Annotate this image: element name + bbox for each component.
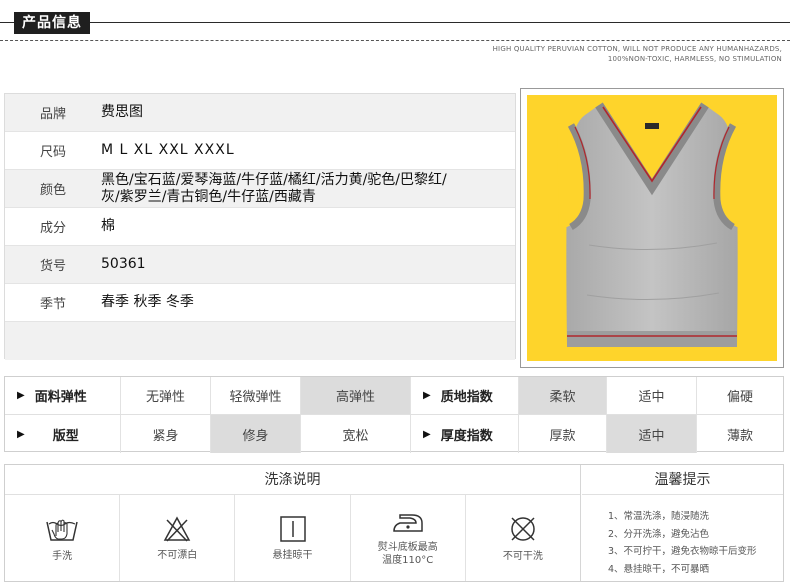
product-photo (527, 95, 777, 361)
care-icon-row: 手洗 不可漂白 悬挂晾干 熨斗底板最高 温度110°C 不可干洗 (5, 495, 580, 581)
brand-label: 品牌 (39, 107, 66, 122)
texture-label: 质地指数 (440, 390, 493, 405)
scale-row-2: ▶ 版型 紧身 修身 宽松 ▶ 厚度指数 厚款 适中 薄款 (5, 415, 783, 453)
texture-option: 适中 (607, 377, 697, 414)
thickness-option-selected: 适中 (607, 415, 697, 453)
tip-item: 4、悬挂晾干，不可暴晒 (608, 563, 710, 575)
texture-heading: ▶ 质地指数 (411, 377, 519, 414)
color-value-line2: 灰/紫罗兰/青古铜色/牛仔蓝/西藏青 (101, 188, 316, 205)
triangle-right-icon: ▶ (423, 428, 431, 440)
section-title-product-info: 产品信息 (14, 12, 90, 34)
elasticity-heading: ▶ 面料弹性 (5, 377, 121, 414)
tip-item: 3、不可拧干，避免衣物晾干后变形 (608, 546, 757, 557)
texture-option-selected: 柔软 (519, 377, 607, 414)
color-label: 颜色 (39, 183, 66, 198)
iron-label-line2: 温度110°C (382, 555, 434, 566)
season-value: 春季 秋季 冬季 (101, 294, 194, 310)
thickness-option: 薄款 (726, 428, 753, 444)
product-photo-frame (520, 88, 784, 368)
no-dry-clean-item: 不可干洗 (466, 495, 580, 581)
brand-value: 费思图 (101, 104, 143, 120)
header-rule (0, 22, 790, 23)
hand-wash-label: 手洗 (52, 550, 73, 562)
sweater-vest-image (557, 102, 747, 347)
info-row-brand: 品牌 费思图 (5, 94, 515, 132)
hang-dry-icon (279, 515, 306, 542)
header-subtitle: HIGH QUALITY PERUVIAN COTTON, WILL NOT P… (493, 44, 782, 64)
warm-tips: 温馨提示 1、常温洗涤，随浸随洗 2、分开洗涤，避免沾色 3、不可拧干，避免衣物… (582, 465, 783, 581)
info-row-season: 季节 春季 秋季 冬季 (5, 284, 515, 322)
tip-item: 2、分开洗涤，避免沾色 (608, 528, 710, 540)
material-label: 成分 (39, 221, 66, 236)
no-bleach-label: 不可漂白 (157, 549, 198, 561)
thickness-heading: ▶ 厚度指数 (411, 415, 519, 453)
color-value-line1: 黑色/宝石蓝/爱琴海蓝/牛仔蓝/橘红/活力黄/驼色/巴黎红/ (101, 171, 447, 188)
fit-label: 版型 (52, 428, 79, 444)
no-dry-clean-icon (511, 516, 535, 541)
elasticity-option: 无弹性 (121, 377, 211, 414)
item-no-label: 货号 (39, 259, 66, 274)
thickness-option: 厚款 (519, 415, 607, 453)
info-row-color: 颜色 黑色/宝石蓝/爱琴海蓝/牛仔蓝/橘红/活力黄/驼色/巴黎红/ 灰/紫罗兰/… (5, 170, 515, 208)
iron-label-line1: 熨斗底板最高 (377, 542, 438, 553)
no-bleach-icon (164, 515, 191, 542)
elasticity-option-selected: 高弹性 (301, 377, 411, 414)
triangle-right-icon: ▶ (423, 390, 431, 401)
attribute-scale-table: ▶ 面料弹性 无弹性 轻微弹性 高弹性 ▶ 质地指数 柔软 适中 偏硬 ▶ 版型 紧身… (4, 376, 784, 453)
tips-list: 1、常温洗涤，随浸随洗 2、分开洗涤，避免沾色 3、不可拧干，避免衣物晾干后变形… (582, 495, 783, 578)
thickness-label: 厚度指数 (440, 428, 493, 444)
info-row-item-no: 货号 50361 (5, 246, 515, 284)
size-label: 尺码 (39, 145, 66, 160)
iron-icon (392, 514, 423, 532)
iron-item: 熨斗底板最高 温度110°C (351, 495, 466, 581)
fit-option-selected: 修身 (211, 415, 301, 453)
no-dry-clean-label: 不可干洗 (502, 550, 543, 562)
season-label: 季节 (39, 297, 66, 312)
info-row-size: 尺码 M L XL XXL XXXL (5, 132, 515, 170)
tip-item: 1、常温洗涤，随浸随洗 (608, 511, 710, 522)
fit-option: 宽松 (301, 415, 411, 453)
fit-option: 紧身 (121, 415, 211, 453)
header-dashed-divider (0, 40, 790, 41)
texture-option: 偏硬 (726, 390, 753, 405)
triangle-right-icon: ▶ (17, 428, 25, 440)
size-value: M L XL XXL XXXL (101, 142, 235, 158)
fit-heading: ▶ 版型 (5, 415, 121, 453)
triangle-right-icon: ▶ (17, 390, 25, 401)
tips-title: 温馨提示 (582, 465, 783, 495)
drip-dry-item: 悬挂晾干 (235, 495, 351, 581)
info-row-material: 成分 棉 (5, 208, 515, 246)
item-no-value: 50361 (101, 256, 146, 272)
hand-wash-icon (46, 519, 78, 541)
no-bleach-item: 不可漂白 (120, 495, 236, 581)
product-info-table: 品牌 费思图 尺码 M L XL XXL XXXL 颜色 黑色/宝石蓝/爱琴海蓝… (4, 93, 516, 360)
washing-instructions: 洗涤说明 手洗 不可漂白 悬挂晾干 熨斗底板最高 温度110°C 不可干洗 (5, 465, 581, 581)
care-section: 洗涤说明 手洗 不可漂白 悬挂晾干 熨斗底板最高 温度110°C 不可干洗 温馨… (4, 464, 784, 582)
washing-title: 洗涤说明 (5, 465, 580, 495)
hand-wash-item: 手洗 (5, 495, 121, 581)
drip-dry-label: 悬挂晾干 (272, 549, 313, 561)
header-subtitle-line2: 100%NON-TOXIC, HARMLESS, NO STIMULATION (607, 55, 782, 63)
color-value: 黑色/宝石蓝/爱琴海蓝/牛仔蓝/橘红/活力黄/驼色/巴黎红/ 灰/紫罗兰/青古铜… (101, 172, 453, 206)
elasticity-label: 面料弹性 (34, 390, 87, 405)
scale-row-1: ▶ 面料弹性 无弹性 轻微弹性 高弹性 ▶ 质地指数 柔软 适中 偏硬 (5, 377, 783, 415)
material-value: 棉 (101, 218, 115, 234)
info-row-empty (5, 322, 515, 360)
header-subtitle-line1: HIGH QUALITY PERUVIAN COTTON, WILL NOT P… (492, 45, 782, 53)
elasticity-option: 轻微弹性 (211, 377, 301, 414)
